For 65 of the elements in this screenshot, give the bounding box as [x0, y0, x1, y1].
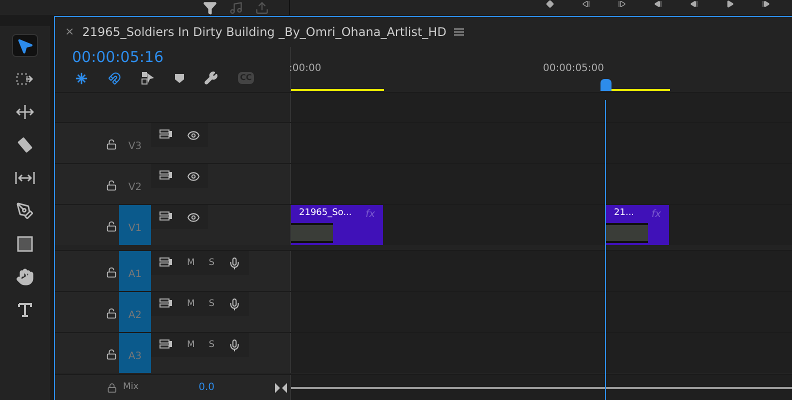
video-clip[interactable]: 21965_So... fx: [291, 205, 383, 245]
eye-icon[interactable]: [187, 211, 200, 224]
bowtie-icon[interactable]: [274, 382, 286, 392]
solo-button[interactable]: S: [208, 339, 214, 352]
fx-label: fx: [652, 208, 661, 222]
lock-icon[interactable]: [106, 220, 117, 232]
track-output-icon[interactable]: [159, 129, 173, 139]
track-target[interactable]: V3: [119, 123, 151, 163]
ruler-time-label: :00:00: [289, 62, 322, 76]
track-output-icon[interactable]: [159, 257, 173, 267]
type-tool-icon: [17, 302, 33, 318]
track-target[interactable]: V2: [119, 164, 151, 204]
time-ruler[interactable]: :00:00 00:00:05:00: [290, 47, 792, 92]
mute-button[interactable]: M: [187, 298, 195, 312]
microphone-icon[interactable]: [228, 339, 242, 352]
marker-icon[interactable]: [544, 0, 556, 8]
slip-arrows-icon: [15, 170, 35, 184]
lock-icon[interactable]: [106, 266, 117, 278]
step-back-icon[interactable]: [688, 0, 700, 8]
playhead[interactable]: [600, 79, 612, 91]
video-clip[interactable]: 21... fx: [606, 205, 669, 245]
go-to-in-icon[interactable]: [652, 0, 664, 8]
marker-icon[interactable]: [175, 74, 184, 82]
hand-icon: [16, 268, 34, 286]
eye-icon[interactable]: [187, 129, 200, 142]
ruler-time-label: 00:00:05:00: [543, 62, 604, 76]
track-output-icon[interactable]: [159, 211, 173, 221]
selection-arrow-icon: [16, 36, 34, 54]
linked-selection-icon[interactable]: [141, 71, 155, 85]
nest-icon[interactable]: [75, 72, 88, 84]
mix-label: Mix: [123, 380, 139, 394]
clip-label: 21965_So...: [299, 207, 352, 220]
lock-icon[interactable]: [106, 348, 117, 360]
lock-icon[interactable]: [106, 308, 117, 318]
track-output-icon[interactable]: [159, 339, 173, 349]
filter-icon[interactable]: [203, 0, 217, 14]
mark-in-icon[interactable]: [580, 0, 592, 8]
pen-icon: [16, 202, 34, 220]
mix-volume-value[interactable]: 0.0: [198, 380, 214, 395]
eye-icon[interactable]: [187, 170, 200, 183]
clip-label: 21...: [614, 207, 634, 220]
microphone-icon[interactable]: [228, 298, 242, 311]
wrench-icon[interactable]: [204, 71, 218, 85]
magnet-icon[interactable]: [108, 72, 121, 84]
microphone-icon[interactable]: [228, 257, 242, 270]
split-arrows-icon: [16, 104, 34, 118]
lock-icon[interactable]: [106, 180, 117, 190]
solo-button[interactable]: S: [208, 298, 214, 312]
dashed-box-arrow-icon: [16, 72, 34, 86]
close-button[interactable]: ×: [65, 24, 74, 40]
track-output-icon[interactable]: [159, 170, 173, 180]
solo-button[interactable]: S: [208, 257, 214, 270]
sequence-tab[interactable]: 21965_Soldiers In Dirty Building _By_Omri_Ohana_Artlist_HD: [82, 23, 446, 41]
timecode[interactable]: 00:00:05:16: [72, 47, 290, 67]
tool-button[interactable]: [12, 34, 38, 57]
mute-button[interactable]: M: [187, 257, 195, 270]
lock-icon[interactable]: [107, 382, 117, 392]
mute-button[interactable]: M: [187, 339, 195, 352]
track-output-icon[interactable]: [159, 298, 173, 308]
step-forward-icon[interactable]: [760, 0, 772, 8]
rectangle-icon: [17, 236, 33, 252]
menu-icon[interactable]: [454, 28, 464, 36]
mark-out-icon[interactable]: [616, 0, 628, 8]
lock-icon[interactable]: [106, 138, 117, 150]
fx-label: fx: [366, 208, 375, 222]
